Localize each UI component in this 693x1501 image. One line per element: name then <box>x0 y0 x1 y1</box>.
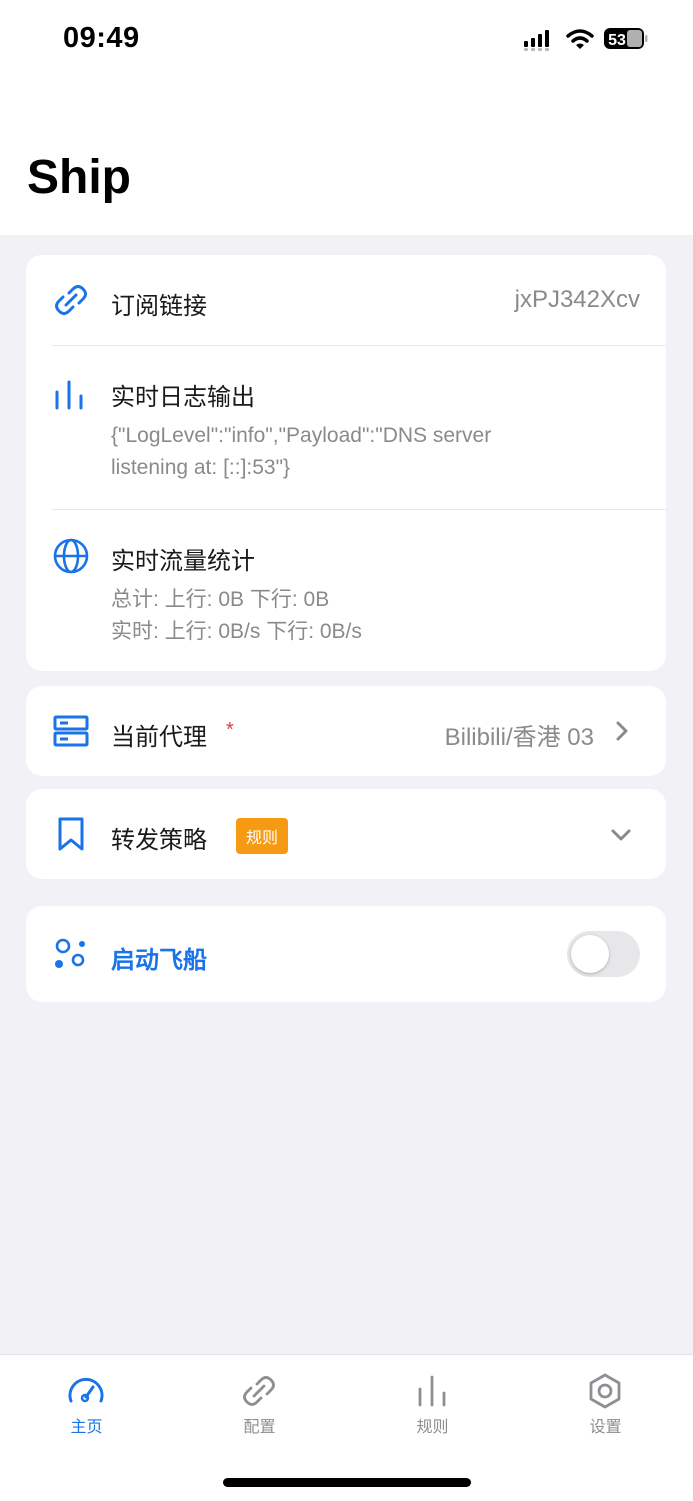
tab-config[interactable]: 配置 <box>173 1355 346 1445</box>
bookmark-icon <box>58 817 84 851</box>
bar-chart-icon <box>55 380 83 410</box>
link-icon <box>243 1376 275 1406</box>
subscription-row[interactable]: 订阅链接 jxPJ342Xcv <box>26 255 666 345</box>
status-time: 09:49 <box>63 22 140 54</box>
battery-level: 53 <box>608 32 626 49</box>
tab-home[interactable]: 主页 <box>0 1355 173 1445</box>
globe-icon <box>53 538 89 574</box>
home-indicator[interactable] <box>223 1478 471 1487</box>
battery-icon: 53 <box>604 28 648 49</box>
page-title: Ship <box>27 151 131 204</box>
traffic-row[interactable]: 实时流量统计 总计: 上行: 0B 下行: 0B 实时: 上行: 0B/s 下行… <box>26 510 666 671</box>
log-line-1: {"LogLevel":"info","Payload":"DNS server <box>111 424 492 447</box>
launch-card: 启动飞船 <box>26 906 666 1002</box>
info-card: 订阅链接 jxPJ342Xcv 实时日志输出 {"LogLevel":"info… <box>26 255 666 671</box>
log-label: 实时日志输出 <box>111 384 255 411</box>
server-icon <box>53 715 89 747</box>
nodes-icon <box>55 938 85 968</box>
forward-card[interactable]: 转发策略 规则 <box>26 789 666 879</box>
hexagon-gear-icon <box>589 1373 621 1409</box>
wifi-icon <box>566 29 594 49</box>
tab-settings[interactable]: 设置 <box>519 1355 692 1445</box>
speedometer-icon <box>68 1378 104 1403</box>
log-line-2: listening at: [::]:53"} <box>111 456 291 479</box>
forward-label: 转发策略 <box>111 827 207 854</box>
subscription-value: jxPJ342Xcv <box>514 286 640 313</box>
header-area: 09:49 53 Ship <box>0 0 693 235</box>
launch-toggle[interactable] <box>567 931 640 977</box>
chevron-right-icon <box>616 721 628 741</box>
bar-chart-icon <box>418 1375 446 1407</box>
tab-rules[interactable]: 规则 <box>346 1355 519 1445</box>
tab-settings-label: 设置 <box>589 1419 622 1436</box>
traffic-realtime: 实时: 上行: 0B/s 下行: 0B/s <box>111 620 362 643</box>
signal-icon <box>524 30 549 51</box>
required-mark: * <box>226 719 234 741</box>
launch-label: 启动飞船 <box>111 947 207 974</box>
tab-home-label: 主页 <box>70 1419 103 1436</box>
proxy-card[interactable]: 当前代理 * Bilibili/香港 03 <box>26 686 666 776</box>
traffic-label: 实时流量统计 <box>111 548 255 575</box>
tab-rules-label: 规则 <box>416 1419 449 1436</box>
toggle-knob <box>571 935 609 973</box>
subscription-label: 订阅链接 <box>111 293 207 320</box>
log-row[interactable]: 实时日志输出 {"LogLevel":"info","Payload":"DNS… <box>26 346 666 509</box>
link-icon <box>55 285 87 315</box>
tab-config-label: 配置 <box>243 1419 276 1436</box>
proxy-label: 当前代理 <box>111 724 207 751</box>
chevron-down-icon <box>611 829 631 841</box>
rule-badge: 规则 <box>236 818 289 854</box>
traffic-total: 总计: 上行: 0B 下行: 0B <box>111 588 330 611</box>
status-icons: 53 <box>524 28 648 51</box>
proxy-value: Bilibili/香港 03 <box>444 724 594 751</box>
